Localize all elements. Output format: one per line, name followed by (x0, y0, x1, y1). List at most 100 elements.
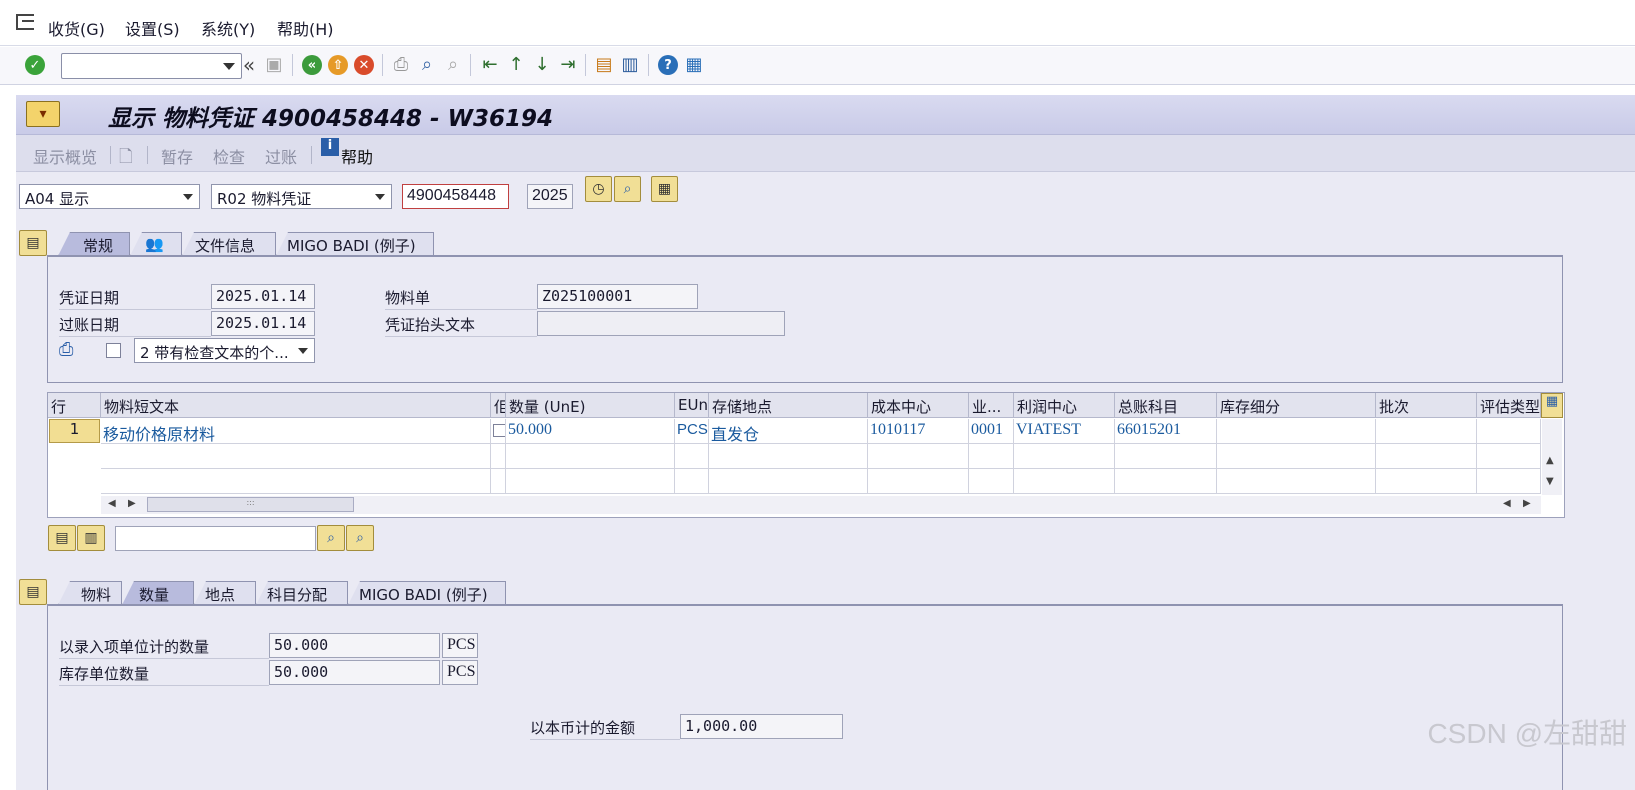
scroll-right-icon[interactable]: ▶ (128, 498, 136, 509)
amount-field[interactable]: 1,000.00 (680, 714, 843, 739)
cell-batch[interactable] (1376, 419, 1477, 444)
collapse-header-icon[interactable]: ▤ (19, 230, 47, 256)
enter-check-icon[interactable]: ✓ (23, 53, 47, 77)
check-button[interactable]: 检查 (213, 144, 245, 168)
stock-qty-field[interactable]: 50.000 (269, 660, 440, 685)
back-green-icon[interactable]: « (300, 53, 324, 77)
execute-icon[interactable]: ◷ (585, 176, 612, 202)
cell-profit-center[interactable]: VIATEST (1014, 419, 1115, 444)
select-all-icon[interactable]: ▤ (48, 525, 76, 551)
page-title: 显示 物料凭证 4900458448 - W36194 (108, 106, 553, 132)
table-find-icon[interactable]: ⌕ (317, 525, 345, 551)
row-selector[interactable]: 1 (49, 419, 100, 443)
save-icon[interactable]: ▣ (262, 53, 286, 77)
new-document-icon[interactable]: 🗋 (119, 144, 133, 173)
scroll-left-icon[interactable]: ◀ (108, 498, 116, 509)
cell-valuation-type[interactable] (1477, 419, 1541, 444)
cell-material-text[interactable]: 移动价格原材料 (101, 419, 491, 444)
deselect-all-icon[interactable]: ▥ (77, 525, 105, 551)
find-next-icon[interactable]: ⌕ (441, 53, 465, 77)
tab-migo-badi-detail[interactable]: MIGO BADI (例子) (348, 581, 506, 605)
posting-date-field[interactable]: 2025.01.14 (211, 311, 315, 336)
col-header-cost-center[interactable]: 成本中心 (868, 393, 969, 418)
col-header-ok[interactable]: 佢 (491, 393, 506, 418)
help-button[interactable]: 帮助 (341, 144, 373, 168)
calendar-icon[interactable]: ▦ (651, 176, 678, 202)
menu-exit-icon[interactable] (16, 14, 34, 30)
cancel-icon[interactable]: ✕ (352, 53, 376, 77)
action-dropdown[interactable]: A04 显示 (19, 184, 200, 209)
doc-date-field[interactable]: 2025.01.14 (211, 284, 315, 309)
menu-goods-receipt[interactable]: 收货(G) (48, 16, 105, 40)
entry-unit-field[interactable]: PCS (442, 633, 478, 658)
exit-icon[interactable]: ⇧ (326, 53, 350, 77)
collapse-detail-icon[interactable]: ▤ (19, 579, 47, 605)
scroll-left-icon[interactable]: ◀ (1503, 498, 1511, 509)
cell-business-area[interactable]: 0001 (969, 419, 1014, 444)
scroll-thumb[interactable]: ::: (147, 497, 354, 512)
transaction-menu-icon[interactable]: ▾ (26, 101, 60, 127)
tab-doc-info[interactable]: 文件信息 (182, 232, 276, 256)
command-field[interactable] (61, 53, 242, 79)
cell-quantity[interactable]: 50.000 (506, 419, 675, 444)
col-header-line[interactable]: 行 (48, 393, 101, 418)
cell-stock-segment[interactable] (1217, 419, 1376, 444)
col-header-stock-segment[interactable]: 库存细分 (1217, 393, 1376, 418)
customize-layout-icon[interactable]: ▦ (682, 53, 706, 77)
stock-unit-field[interactable]: PCS (442, 660, 478, 685)
find-icon[interactable]: ⌕ (415, 53, 439, 77)
col-header-business-area[interactable]: 业... (969, 393, 1014, 418)
prev-page-icon[interactable]: ↑ (504, 53, 528, 77)
hold-button[interactable]: 暂存 (161, 144, 193, 168)
col-header-material-text[interactable]: 物料短文本 (101, 393, 491, 418)
menu-help[interactable]: 帮助(H) (277, 16, 334, 40)
cell-unit[interactable]: PCS (675, 419, 709, 444)
menu-system[interactable]: 系统(Y) (201, 16, 255, 40)
cell-ok-checkbox[interactable] (491, 419, 506, 444)
tab-general[interactable]: 常规 (58, 232, 130, 256)
empty-cell (491, 444, 506, 469)
show-overview-button[interactable]: 显示概览 (33, 144, 97, 168)
document-number-input[interactable]: 4900458448 (402, 184, 509, 209)
search-icon[interactable]: ⌕ (614, 176, 641, 202)
document-year-input[interactable]: 2025 (527, 184, 573, 209)
back-arrows-icon[interactable]: « (237, 53, 261, 77)
printer-icon[interactable]: ⎙ (59, 339, 73, 360)
entry-qty-field[interactable]: 50.000 (269, 633, 440, 658)
create-session-icon[interactable]: ▤ (592, 53, 616, 77)
col-header-quantity[interactable]: 数量 (UnE) (506, 393, 675, 418)
last-page-icon[interactable]: ⇥ (556, 53, 580, 77)
header-text-field[interactable] (537, 311, 785, 336)
col-header-storage-location[interactable]: 存储地点 (709, 393, 868, 418)
post-button[interactable]: 过账 (265, 144, 297, 168)
shortcut-icon[interactable]: ▥ (618, 53, 642, 77)
bill-of-material-field[interactable]: Z025100001 (537, 284, 698, 309)
print-version-dropdown[interactable]: 2 带有检查文本的个... (134, 338, 315, 363)
help-icon[interactable]: ? (656, 53, 680, 77)
col-header-gl-account[interactable]: 总账科目 (1115, 393, 1217, 418)
empty-cell (101, 444, 491, 469)
print-checkbox[interactable] (106, 343, 121, 358)
cell-storage-location[interactable]: 直发仓 (709, 419, 868, 444)
menu-settings[interactable]: 设置(S) (125, 16, 180, 40)
col-header-batch[interactable]: 批次 (1376, 393, 1477, 418)
col-header-valuation-type[interactable]: 评估类型 (1477, 393, 1541, 418)
tab-quantity[interactable]: 数量 (122, 581, 194, 605)
cell-gl-account[interactable]: 66015201 (1115, 419, 1217, 444)
ok-checkbox[interactable] (493, 424, 505, 437)
print-icon[interactable]: ⎙ (389, 53, 413, 77)
reference-dropdown[interactable]: R02 物料凭证 (211, 184, 392, 209)
table-settings-icon[interactable]: ▦ (1541, 393, 1563, 418)
tab-migo-badi[interactable]: MIGO BADI (例子) (276, 232, 434, 256)
col-header-profit-center[interactable]: 利润中心 (1014, 393, 1115, 418)
table-find-next-icon[interactable]: ⌕ (346, 525, 374, 551)
col-header-unit[interactable]: EUn (675, 393, 709, 418)
scroll-up-icon[interactable]: ▲ (1546, 455, 1554, 466)
first-page-icon[interactable]: ⇤ (478, 53, 502, 77)
tab-account-assignment[interactable]: 科目分配 (256, 581, 348, 605)
cell-cost-center[interactable]: 1010117 (868, 419, 969, 444)
table-search-input[interactable] (115, 526, 316, 551)
scroll-right-icon[interactable]: ▶ (1523, 498, 1531, 509)
next-page-icon[interactable]: ↓ (530, 53, 554, 77)
scroll-down-icon[interactable]: ▼ (1546, 476, 1554, 487)
